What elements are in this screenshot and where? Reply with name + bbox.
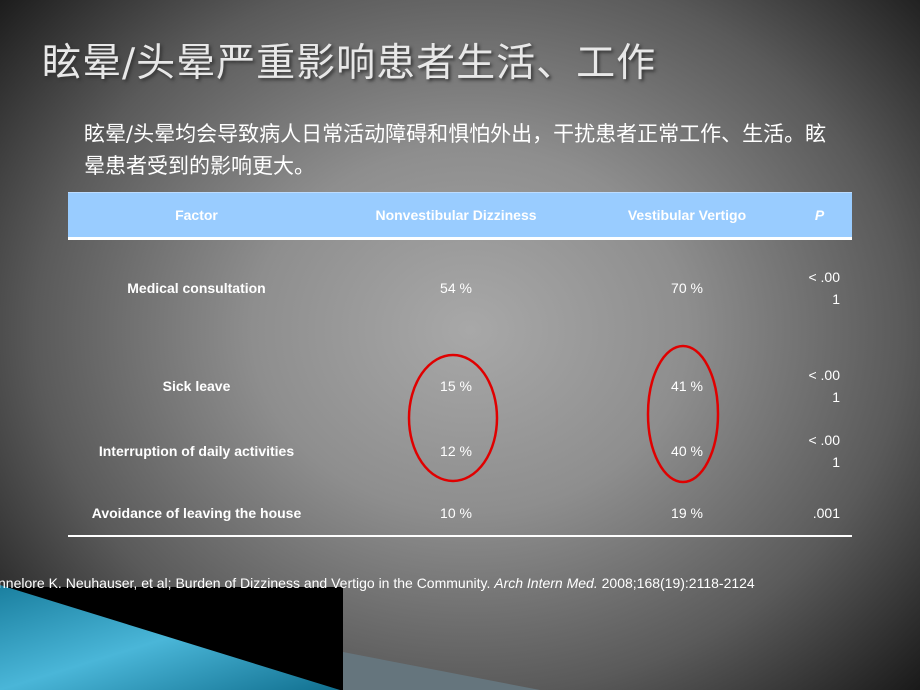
p-line1: < .00: [808, 367, 840, 383]
slide-subtitle: 眩晕/头晕均会导致病人日常活动障碍和惧怕外出，干扰患者正常工作、生活。眩晕患者受…: [84, 122, 827, 178]
cell-nonvestibular: 54 %: [440, 280, 472, 297]
header-p: P: [787, 192, 852, 240]
p-line2: 1: [832, 291, 840, 308]
citation-journal: Arch Intern Med.: [494, 575, 598, 591]
table-header: Factor Nonvestibular Dizziness Vestibula…: [68, 192, 852, 240]
cell-nonvestibular: 12 %: [440, 442, 472, 459]
gray-stripe: [343, 652, 540, 690]
cell-p: .001: [812, 504, 840, 521]
table-row: Medical consultation 54 % 70 % < .00 1: [68, 239, 852, 337]
cell-p: < .00 1: [787, 337, 852, 419]
cell-vestibular: 40 %: [671, 442, 703, 459]
cell-factor: Avoidance of leaving the house: [91, 504, 302, 521]
cell-factor: Sick leave: [162, 378, 231, 394]
header-nonvestibular: Nonvestibular Dizziness: [325, 192, 587, 240]
p-line1: < .00: [808, 431, 840, 448]
header-vestibular: Vestibular Vertigo: [587, 192, 787, 240]
p-line1: < .00: [808, 269, 840, 286]
cell-factor: Interruption of daily activities: [98, 442, 295, 459]
cell-vestibular: 19 %: [671, 504, 703, 521]
cell-p: < .00 1: [787, 239, 852, 337]
cell-vestibular: 41 %: [671, 378, 703, 394]
p-line2: 1: [832, 453, 840, 470]
cell-nonvestibular: 10 %: [440, 504, 472, 521]
citation-text: nnelore K. Neuhauser, et al; Burden of D…: [0, 575, 495, 591]
citation-ref: 2008;168(19):2118-2124: [597, 575, 755, 591]
cell-factor: Medical consultation: [127, 280, 266, 297]
cell-p: < .00 1: [787, 419, 852, 483]
slide-title: 眩晕/头晕严重影响患者生活、工作: [42, 41, 657, 86]
table-bottom-rule: [68, 535, 852, 537]
citation: nnelore K. Neuhauser, et al; Burden of D…: [0, 575, 755, 591]
header-factor: Factor: [68, 192, 325, 240]
p-line2: 1: [832, 389, 840, 405]
data-table: Factor Nonvestibular Dizziness Vestibula…: [68, 192, 852, 543]
cell-vestibular: 70 %: [671, 280, 703, 297]
table-row: Sick leave 15 % 41 % < .00 1: [68, 337, 852, 419]
table-row: Avoidance of leaving the house 10 % 19 %…: [68, 483, 852, 543]
table-row: Interruption of daily activities 12 % 40…: [68, 419, 852, 483]
cell-nonvestibular: 15 %: [440, 378, 472, 394]
